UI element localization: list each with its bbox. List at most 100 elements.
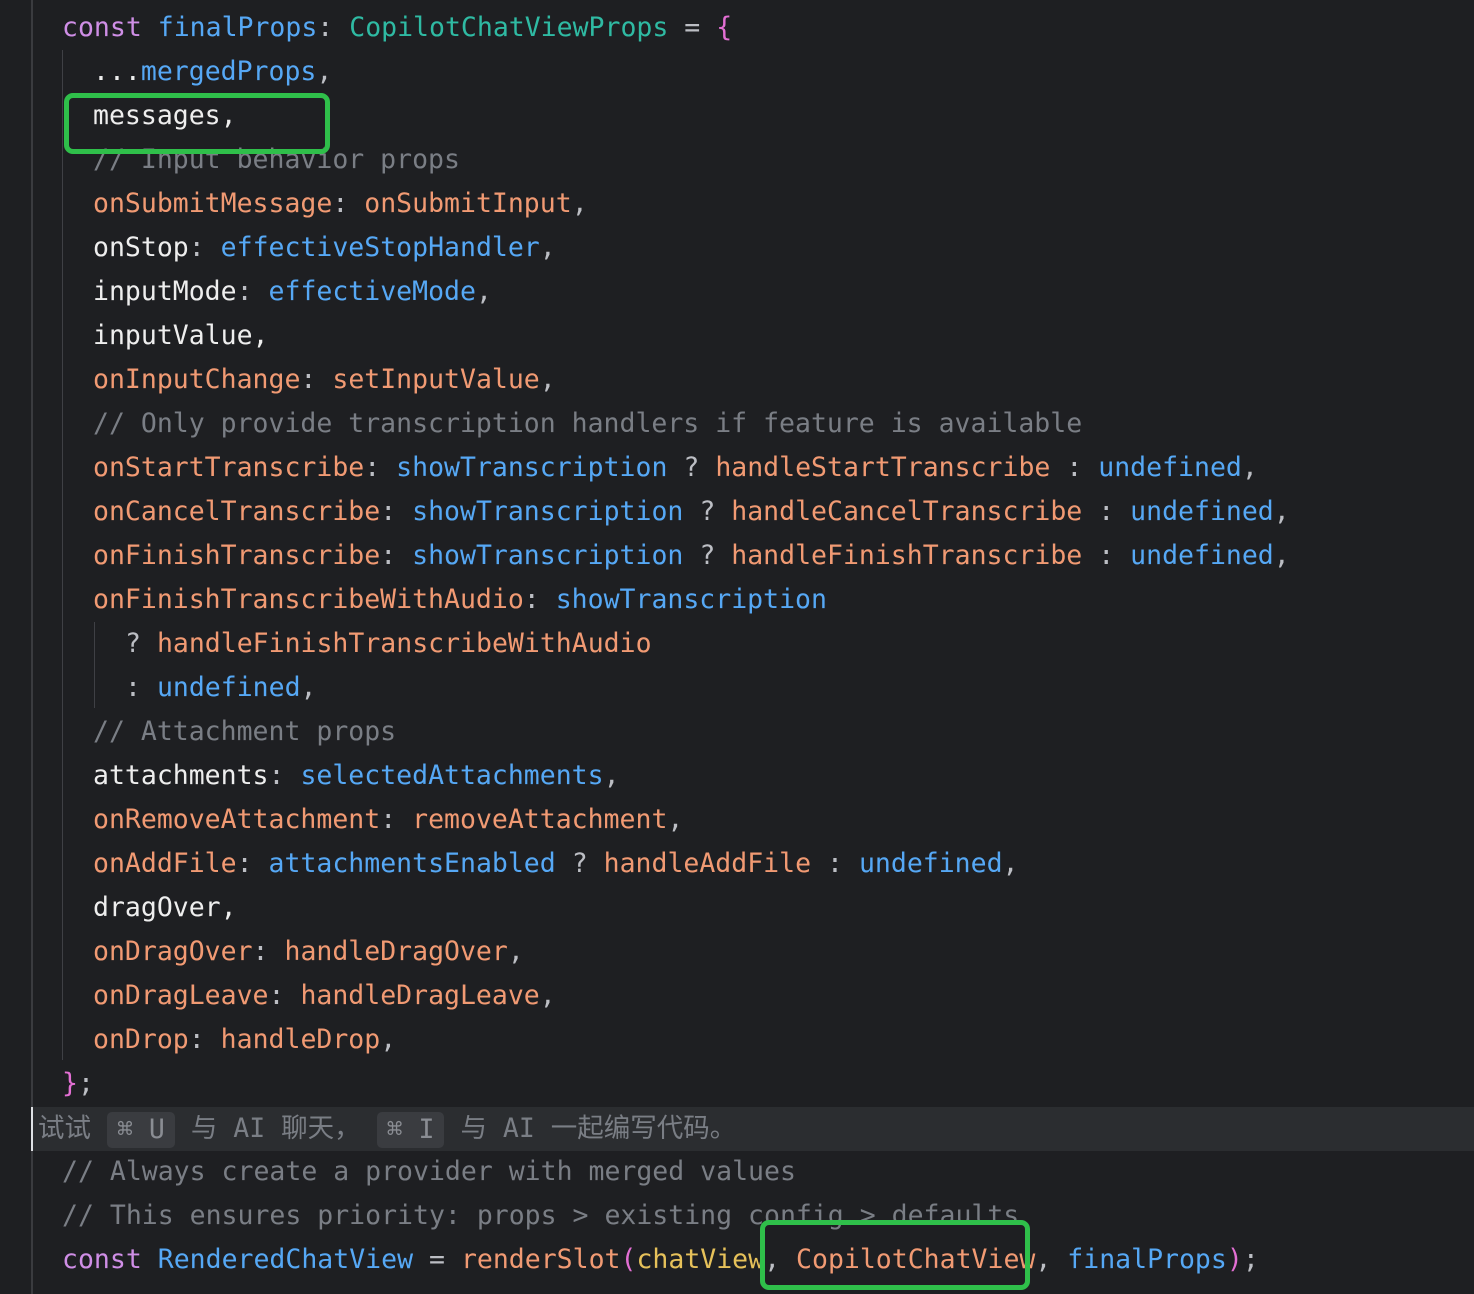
punct: ,: [539, 232, 556, 263]
highlight-box-messages: [64, 93, 330, 154]
comment: // Attachment props: [93, 716, 397, 747]
prop-key: onCancelTranscribe: [93, 496, 381, 527]
shortcut-edit-key[interactable]: ⌘ I: [376, 1111, 445, 1148]
code-line-21[interactable]: dragOver,: [0, 886, 1474, 930]
punct: ?: [699, 540, 716, 571]
code-line-23[interactable]: onDragLeave: handleDragLeave,: [0, 974, 1474, 1018]
punct: :: [380, 496, 397, 527]
branch-true: handleFinishTranscribeWithAudio: [156, 628, 652, 659]
prop-value: removeAttachment: [412, 804, 668, 835]
punct: :: [188, 232, 205, 263]
code-line-25[interactable]: };: [0, 1062, 1474, 1106]
punct: ,: [539, 364, 556, 395]
punct: :: [317, 12, 334, 43]
code-line-8[interactable]: inputValue,: [0, 314, 1474, 358]
code-line-11[interactable]: onStartTranscribe: showTranscription ? h…: [0, 446, 1474, 490]
code-line-29[interactable]: const RenderedChatView = renderSlot(chat…: [0, 1238, 1474, 1282]
code-line-22[interactable]: onDragOver: handleDragOver,: [0, 930, 1474, 974]
argument: chatView: [636, 1244, 765, 1275]
punct: :: [1098, 540, 1115, 571]
brace: }: [62, 1068, 78, 1099]
prop-value: handleDragOver: [284, 936, 508, 967]
prop-value: setInputValue: [332, 364, 540, 395]
hint-chat-text: 与 AI 聊天，: [190, 1113, 361, 1144]
code-line-27[interactable]: // Always create a provider with merged …: [0, 1150, 1474, 1194]
punct: ,: [667, 804, 684, 835]
code-line-2[interactable]: ...mergedProps,: [0, 50, 1474, 94]
prop-key: onDragOver: [93, 936, 253, 967]
code-line-16[interactable]: : undefined,: [0, 666, 1474, 710]
code-line-24[interactable]: onDrop: handleDrop,: [0, 1018, 1474, 1062]
paren: (: [620, 1244, 637, 1275]
identifier: mergedProps: [140, 56, 317, 87]
comment: // Always create a provider with merged …: [62, 1156, 796, 1187]
punct: =: [429, 1244, 445, 1275]
prop-value: effectiveStopHandler: [220, 232, 540, 263]
prop-key: onFinishTranscribeWithAudio: [93, 584, 524, 615]
code-line-12[interactable]: onCancelTranscribe: showTranscription ? …: [0, 490, 1474, 534]
code-line-1[interactable]: const finalProps: CopilotChatViewProps =…: [0, 6, 1474, 50]
punct: :: [380, 804, 397, 835]
keyword: const: [62, 12, 142, 43]
condition: showTranscription: [412, 496, 684, 527]
punct: :: [125, 672, 141, 703]
prop-key: onAddFile: [93, 848, 237, 879]
prop-key: onInputChange: [93, 364, 301, 395]
argument: finalProps: [1067, 1244, 1227, 1275]
punct: ?: [125, 628, 141, 659]
function-call: renderSlot: [460, 1244, 621, 1275]
branch-false: undefined: [1098, 452, 1242, 483]
code-line-13[interactable]: onFinishTranscribe: showTranscription ? …: [0, 534, 1474, 578]
code-line-28[interactable]: // This ensures priority: props > existi…: [0, 1194, 1474, 1238]
code-line-20[interactable]: onAddFile: attachmentsEnabled ? handleAd…: [0, 842, 1474, 886]
punct: :: [332, 188, 349, 219]
punct: ;: [77, 1068, 94, 1099]
shorthand-prop: dragOver,: [93, 892, 237, 923]
punct: ?: [571, 848, 588, 879]
prop-key: onFinishTranscribe: [93, 540, 381, 571]
code-editor[interactable]: const finalProps: CopilotChatViewProps =…: [0, 0, 1474, 1294]
branch-false: undefined: [1130, 540, 1274, 571]
prop-key: onDrop: [93, 1024, 189, 1055]
code-line-6[interactable]: onStop: effectiveStopHandler,: [0, 226, 1474, 270]
punct: ,: [1035, 1244, 1052, 1275]
code-line-17[interactable]: // Attachment props: [0, 710, 1474, 754]
prop-key: onRemoveAttachment: [93, 804, 381, 835]
prop-key: inputMode: [93, 276, 237, 307]
punct: :: [268, 980, 285, 1011]
comment: // Only provide transcription handlers i…: [93, 408, 1083, 439]
branch-false: undefined: [1130, 496, 1274, 527]
identifier: RenderedChatView: [157, 1244, 414, 1275]
code-line-7[interactable]: inputMode: effectiveMode,: [0, 270, 1474, 314]
prop-value: selectedAttachments: [300, 760, 604, 791]
prop-key: attachments: [93, 760, 269, 791]
code-line-18[interactable]: attachments: selectedAttachments,: [0, 754, 1474, 798]
ai-inline-hint[interactable]: 试试 ⌘ U 与 AI 聊天， ⌘ I 与 AI 一起编写代码。: [33, 1107, 1474, 1151]
punct: ,: [300, 672, 317, 703]
shortcut-chat-key[interactable]: ⌘ U: [106, 1111, 175, 1148]
punct: :: [1098, 496, 1115, 527]
prop-value: effectiveMode: [268, 276, 476, 307]
prop-key: onDragLeave: [93, 980, 269, 1011]
hint-try-label: 试试: [38, 1113, 91, 1144]
highlight-box-copilotchatview: [760, 1220, 1030, 1290]
condition: showTranscription: [412, 540, 684, 571]
punct: ,: [475, 276, 492, 307]
punct: ,: [539, 980, 556, 1011]
branch-true: handleAddFile: [603, 848, 812, 879]
punct: ?: [699, 496, 716, 527]
prop-key: onStartTranscribe: [93, 452, 365, 483]
punct: ,: [1002, 848, 1019, 879]
code-line-10[interactable]: // Only provide transcription handlers i…: [0, 402, 1474, 446]
code-line-5[interactable]: onSubmitMessage: onSubmitInput,: [0, 182, 1474, 226]
hint-edit-text: 与 AI 一起编写代码。: [460, 1113, 737, 1144]
branch-true: handleFinishTranscribe: [731, 540, 1083, 571]
code-line-9[interactable]: onInputChange: setInputValue,: [0, 358, 1474, 402]
code-line-15[interactable]: ? handleFinishTranscribeWithAudio: [0, 622, 1474, 666]
punct: ,: [1273, 496, 1290, 527]
code-line-14[interactable]: onFinishTranscribeWithAudio: showTranscr…: [0, 578, 1474, 622]
code-line-19[interactable]: onRemoveAttachment: removeAttachment,: [0, 798, 1474, 842]
punct: :: [300, 364, 317, 395]
condition: showTranscription: [555, 584, 827, 615]
paren: ): [1226, 1244, 1243, 1275]
